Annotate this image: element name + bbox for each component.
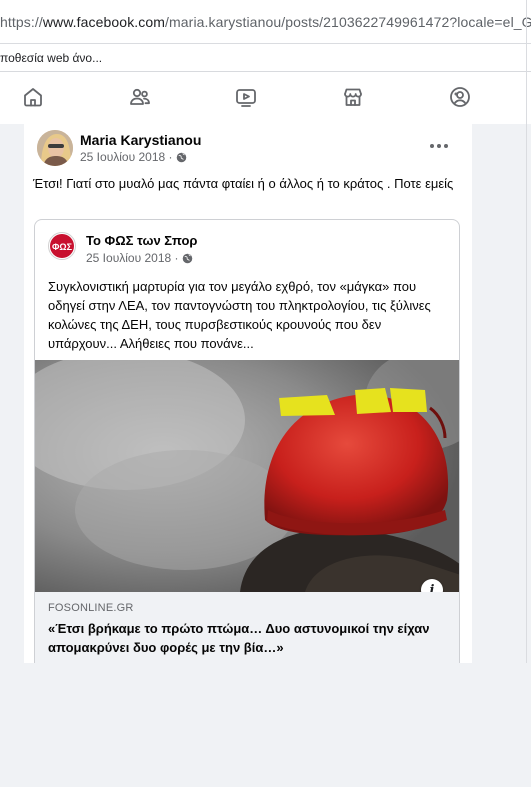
address-bar[interactable]: https://www.facebook.com/maria.karystian… [0,0,531,44]
url-text[interactable]: https://www.facebook.com/maria.karystian… [0,14,531,30]
bookmarks-bar: ποθεσία web άνο... [0,44,531,72]
post-author[interactable]: Maria Karystianou [80,132,201,148]
globe-icon [176,152,187,163]
link-preview-image[interactable]: i [35,360,459,592]
bookmark-item[interactable]: ποθεσία web άνο... [0,51,102,65]
shared-page-name[interactable]: Το ΦΩΣ των Σπορ [86,233,197,248]
link-domain: FOSONLINE.GR [48,602,134,614]
shared-post[interactable]: ΦΩΣ Το ΦΩΣ των Σπορ 25 Ιουλίου 2018 · Συ… [34,219,460,663]
url-prefix: https:// [0,13,43,30]
facebook-nav-bar [0,72,531,124]
url-domain: www.facebook.com [42,13,166,30]
post-text: Έτσι! Γιατί στο μυαλό μας πάντα φταίει ή… [33,176,454,191]
video-icon[interactable] [233,84,259,110]
shared-post-meta: 25 Ιουλίου 2018 · [86,251,193,265]
marketplace-icon[interactable] [340,84,366,110]
news-feed: Maria Karystianou 25 Ιουλίου 2018 · Έτσι… [0,124,531,787]
shared-post-text: Συγκλονιστική μαρτυρία για τον μεγάλο εχ… [48,279,431,351]
profile-icon[interactable] [447,84,473,110]
friends-icon[interactable] [127,84,153,110]
post-date[interactable]: 25 Ιουλίου 2018 · [80,150,173,164]
post-meta: 25 Ιουλίου 2018 · [80,150,187,164]
shared-post-date[interactable]: 25 Ιουλίου 2018 · [86,251,179,265]
url-path: /maria.karystianou/posts/210362274996147… [165,13,531,30]
avatar[interactable] [37,130,73,166]
window-divider [526,0,527,663]
more-options-icon[interactable] [429,136,449,156]
link-preview[interactable]: FOSONLINE.GR «Έτσι βρήκαμε το πρώτο πτώμ… [35,592,459,663]
logo-text: ΦΩΣ [52,242,73,252]
home-icon[interactable] [20,84,46,110]
globe-icon [182,253,193,264]
feed-right-margin [473,248,531,787]
post-card: Maria Karystianou 25 Ιουλίου 2018 · Έτσι… [24,124,472,663]
link-title[interactable]: «Έτσι βρήκαμε το πρώτο πτώμα… Δυο αστυνο… [48,619,448,657]
page-logo[interactable]: ΦΩΣ [48,232,76,260]
